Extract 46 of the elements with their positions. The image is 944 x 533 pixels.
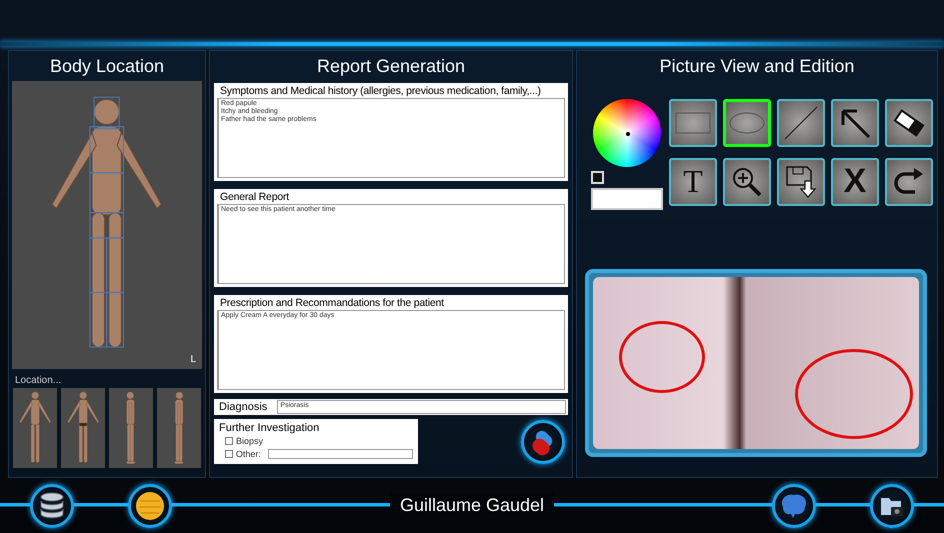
pill-button[interactable] [521,420,565,464]
save-icon [785,164,817,198]
view-thumbnail[interactable] [61,388,105,468]
body-model-view[interactable]: L [12,81,202,369]
input-field[interactable] [268,449,413,459]
ellipse-annotation[interactable] [619,321,705,393]
checkbox[interactable] [225,450,233,458]
diagnosis-label: Diagnosis [218,401,268,413]
folder-button[interactable] [870,484,914,528]
rectangle-icon [675,112,711,134]
text-tool-button[interactable]: T [669,158,717,206]
brain-button[interactable] [772,484,816,528]
location-label: Location... [14,374,62,388]
redo-tool-button[interactable] [885,158,933,206]
section-label: Symptoms and Medical history (allergies, previous medication, family,...) [219,84,542,98]
ellipse-icon [729,112,765,134]
panel-title: Body Location [48,55,166,78]
line-icon [783,105,819,141]
section-label: General Report [219,190,290,204]
panel-title: Report Generation [316,55,466,78]
color-field[interactable] [591,188,663,210]
view-thumbnail[interactable] [109,388,153,468]
zoom-tool-button[interactable] [723,158,771,206]
delete-tool-button[interactable]: X [831,158,879,206]
zoom-in-icon [731,166,763,198]
rectangle-tool-button[interactable] [669,99,717,147]
eraser-tool-button[interactable] [885,99,933,147]
checkbox-label: Other: [236,449,261,459]
arrow-tool-button[interactable] [831,99,879,147]
card-title: Further Investigation [219,422,320,434]
view-thumbnail[interactable] [13,388,57,468]
color-swatch[interactable] [591,171,604,184]
view-side-label: L [190,354,196,365]
ellipse-tool-button[interactable] [723,99,771,147]
ellipse-annotation[interactable] [795,349,913,439]
line-tool-button[interactable] [777,99,825,147]
section-label: Prescription and Recommandations for the patient [219,296,445,310]
checkbox[interactable] [225,437,233,445]
database-button[interactable] [30,484,74,528]
arrow-icon [839,107,871,139]
view-thumbnail[interactable] [157,388,201,468]
sphere-icon [135,490,165,520]
save-tool-button[interactable] [777,158,825,206]
database-icon [39,492,65,520]
checkbox-label: Biopsy [236,436,264,446]
panel-title: Picture View and Edition [658,55,856,78]
